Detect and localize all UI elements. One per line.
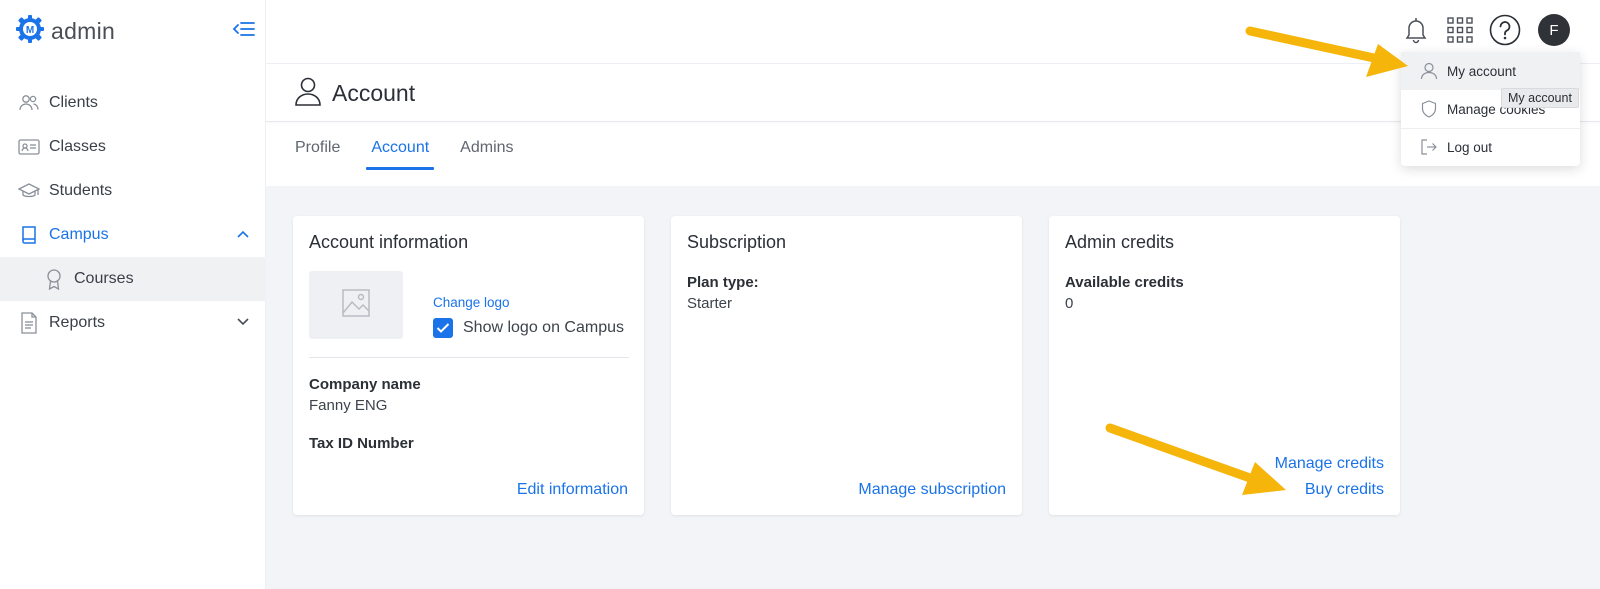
available-credits-value: 0 [1065,295,1074,312]
sidebar-nav: Clients Classes Students Campus Courses … [0,81,266,345]
manage-credits-link[interactable]: Manage credits [1275,455,1384,473]
sidebar-item-classes[interactable]: Classes [0,125,266,169]
buy-credits-link[interactable]: Buy credits [1305,481,1384,499]
company-name-value: Fanny ENG [309,397,388,414]
shield-icon [1419,100,1439,118]
menu-item-my-account[interactable]: My account [1401,52,1580,90]
sidebar-item-label: Clients [49,94,98,111]
sidebar-item-courses[interactable]: Courses [0,257,266,301]
sidebar-item-label: Reports [49,314,106,331]
award-icon [43,268,65,290]
apps-grid-icon[interactable] [1444,14,1476,46]
menu-item-label: My account [1447,63,1517,79]
sidebar-item-label: Classes [49,138,106,155]
collapse-sidebar-icon[interactable] [232,19,256,39]
card-title: Subscription [687,232,787,252]
card-divider [309,357,629,358]
account-dropdown-menu: My account Manage cookies Log out [1401,52,1580,166]
brand-name: admin [51,18,116,44]
id-card-icon [18,136,40,158]
chevron-down-icon[interactable] [236,315,250,334]
card-title: Account information [309,232,469,252]
tabs: Profile Account Admins [295,139,545,170]
svg-text:M: M [26,25,34,36]
tab-account[interactable]: Account [366,139,434,170]
sidebar-item-students[interactable]: Students [0,169,266,213]
logout-icon [1419,138,1439,156]
plan-type-label: Plan type: [687,274,759,291]
brand-logo[interactable]: M admin [15,14,115,49]
menu-item-label: Log out [1447,139,1493,155]
gear-logo-icon: M [15,14,45,49]
plan-type-value: Starter [687,295,733,312]
title-row: Account [294,76,415,111]
bell-icon[interactable] [1400,14,1432,46]
sidebar-item-campus[interactable]: Campus [0,213,266,257]
sidebar-item-label: Campus [49,226,109,243]
sidebar-item-clients[interactable]: Clients [0,81,266,125]
my-account-tooltip: My account [1501,88,1579,108]
show-logo-label: Show logo on Campus [463,319,624,336]
card-title: Admin credits [1065,232,1175,252]
sidebar: M admin Clients Classes Students Campus … [0,0,266,589]
account-information-card: Account information Change logo Show log… [293,216,644,515]
book-icon [18,224,40,246]
page-title: Account [332,80,416,106]
manage-subscription-link[interactable]: Manage subscription [858,481,1006,499]
change-logo-link[interactable]: Change logo [433,295,510,310]
header-divider [266,121,1600,122]
sidebar-item-label: Courses [74,270,134,287]
sidebar-item-reports[interactable]: Reports [0,301,266,345]
users-icon [18,92,40,114]
admin-credits-card: Admin credits Available credits 0 Manage… [1049,216,1400,515]
user-icon [1419,62,1439,80]
avatar[interactable]: F [1538,14,1570,46]
page-header: Account Profile Account Admins [266,64,1600,186]
sidebar-item-label: Students [49,182,113,199]
tab-profile[interactable]: Profile [295,139,340,167]
graduation-cap-icon [18,180,40,202]
chevron-up-icon[interactable] [236,227,250,246]
edit-information-link[interactable]: Edit information [517,481,628,499]
image-icon [342,288,370,322]
available-credits-label: Available credits [1065,274,1184,291]
show-logo-checkbox[interactable] [433,318,453,338]
tab-admins[interactable]: Admins [460,139,513,167]
subscription-card: Subscription Plan type: Starter Manage s… [671,216,1022,515]
user-icon [294,76,322,111]
show-logo-option: Show logo on Campus [433,318,624,338]
tax-id-label: Tax ID Number [309,435,414,452]
company-name-label: Company name [309,376,421,393]
logo-placeholder[interactable] [309,271,403,339]
menu-item-log-out[interactable]: Log out [1401,128,1580,166]
document-icon [18,312,40,334]
help-icon[interactable] [1489,14,1521,46]
